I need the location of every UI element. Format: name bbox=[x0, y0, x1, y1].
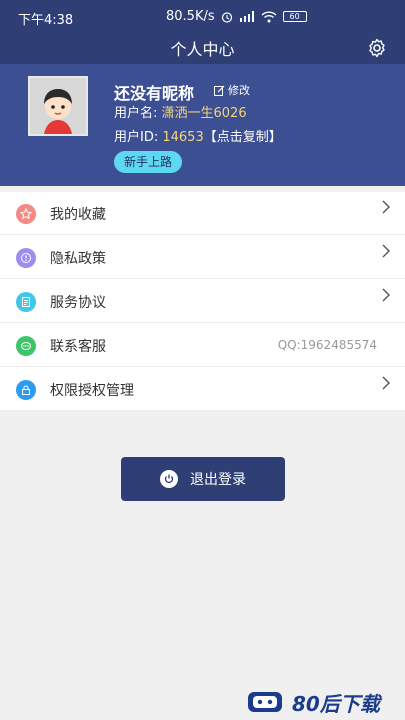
menu-item-permissions[interactable]: 权限授权管理 bbox=[0, 368, 405, 411]
userid-label: 用户ID: bbox=[114, 130, 163, 145]
page-title: 个人中心 bbox=[170, 40, 235, 59]
nickname: 还没有昵称 bbox=[114, 84, 195, 103]
status-time: 下午4:38 bbox=[18, 13, 74, 28]
chevron-right-icon bbox=[382, 376, 390, 390]
chevron-right-icon bbox=[382, 244, 390, 258]
privacy-icon bbox=[16, 248, 36, 268]
watermark-logo-icon bbox=[248, 692, 282, 712]
lock-icon bbox=[16, 380, 36, 400]
username-label: 用户名: bbox=[114, 106, 162, 121]
chevron-right-icon bbox=[382, 200, 390, 214]
username-row: 用户名: 潇洒一生6026 bbox=[114, 102, 247, 121]
menu-list: 我的收藏 隐私政策 服务协议 联系客服 QQ:1962485574 权限授权管理 bbox=[0, 192, 405, 411]
power-icon bbox=[160, 470, 178, 488]
title-bar: 个人中心 bbox=[0, 30, 405, 64]
alarm-icon bbox=[221, 11, 233, 23]
watermark: 80后下载 bbox=[246, 688, 404, 716]
logout-label: 退出登录 bbox=[190, 472, 246, 488]
support-qq: QQ:1962485574 bbox=[277, 338, 377, 352]
username-value: 潇洒一生6026 bbox=[161, 106, 247, 121]
gear-icon[interactable] bbox=[367, 38, 387, 58]
edit-icon bbox=[214, 85, 225, 96]
profile-card: 还没有昵称 修改 用户名: 潇洒一生6026 用户ID: 14653【点击复制】… bbox=[0, 64, 405, 186]
edit-profile-button[interactable]: 修改 bbox=[214, 82, 250, 98]
userid-row: 用户ID: 14653【点击复制】 bbox=[114, 126, 282, 145]
battery-icon: 60 bbox=[282, 11, 307, 22]
watermark-text: 80后下载 bbox=[292, 691, 380, 716]
avatar[interactable] bbox=[28, 76, 88, 136]
menu-item-label: 服务协议 bbox=[50, 295, 106, 311]
menu-item-label: 联系客服 bbox=[50, 339, 106, 355]
menu-item-favorites[interactable]: 我的收藏 bbox=[0, 192, 405, 235]
edit-label: 修改 bbox=[228, 84, 250, 97]
chevron-right-icon bbox=[382, 288, 390, 302]
star-icon bbox=[16, 204, 36, 224]
level-badge: 新手上路 bbox=[114, 151, 183, 173]
menu-item-label: 权限授权管理 bbox=[50, 383, 134, 399]
userid-value: 14653 bbox=[162, 130, 204, 145]
menu-item-label: 隐私政策 bbox=[50, 251, 106, 267]
logout-button[interactable]: 退出登录 bbox=[121, 457, 285, 501]
menu-item-privacy[interactable]: 隐私政策 bbox=[0, 236, 405, 279]
status-bar: 下午4:38 80.5K/s 60 bbox=[0, 0, 405, 30]
wifi-icon bbox=[261, 10, 277, 23]
menu-item-service-agreement[interactable]: 服务协议 bbox=[0, 280, 405, 323]
signal-icon bbox=[239, 11, 255, 22]
customer-service-icon bbox=[16, 336, 36, 356]
network-speed: 80.5K/s bbox=[166, 9, 215, 24]
document-icon bbox=[16, 292, 36, 312]
copy-id-button[interactable]: 【点击复制】 bbox=[204, 130, 282, 145]
status-indicators: 80.5K/s 60 bbox=[166, 9, 307, 24]
header: 下午4:38 80.5K/s 60 个人中心 还没有昵称 修改 用户名: 潇洒一… bbox=[0, 0, 405, 186]
menu-item-contact-support[interactable]: 联系客服 QQ:1962485574 bbox=[0, 324, 405, 367]
menu-item-label: 我的收藏 bbox=[50, 207, 106, 223]
